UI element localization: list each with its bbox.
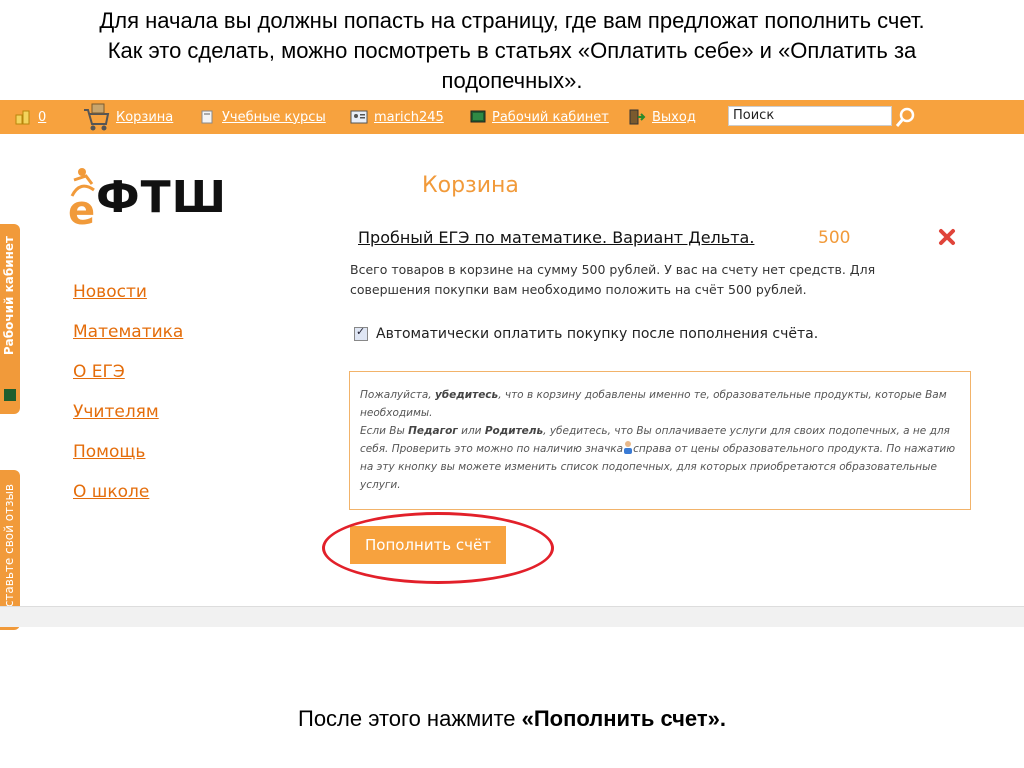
auto-pay-label: Автоматически оплатить покупку после поп… bbox=[376, 326, 819, 342]
notice-text: Пожалуйста, bbox=[360, 389, 435, 401]
nav-courses[interactable]: Учебные курсы bbox=[200, 106, 326, 128]
notice-text: Если Вы bbox=[360, 425, 409, 437]
nav-courses-label: Учебные курсы bbox=[222, 109, 326, 125]
coins-icon bbox=[15, 110, 30, 125]
sidebar-nav: Новости Математика О ЕГЭ Учителям Помощь… bbox=[73, 278, 183, 518]
notice-emphasis: убедитесь bbox=[434, 389, 499, 401]
auto-pay-row: Автоматически оплатить покупку после поп… bbox=[354, 325, 819, 342]
sidebar-item-math[interactable]: Математика bbox=[73, 318, 183, 358]
slide-bottom-text: После этого нажмите «Пополнить счет». bbox=[0, 706, 1024, 732]
cart-item-price: 500 bbox=[818, 228, 851, 248]
slide-top-line-1: Для начала вы должны попасть на страницу… bbox=[99, 8, 925, 33]
logo-text: ФТШ bbox=[96, 172, 228, 223]
sidebar-item-news[interactable]: Новости bbox=[73, 278, 183, 318]
slide-bottom-prefix: После этого нажмите bbox=[298, 706, 522, 731]
wards-user-icon bbox=[624, 441, 633, 454]
tab-working-cabinet[interactable]: Рабочий кабинет bbox=[0, 224, 20, 414]
search-input[interactable]: Поиск bbox=[728, 106, 892, 126]
cart-notice: Пожалуйста, убедитесь, что в корзину доб… bbox=[349, 371, 971, 510]
nav-balance[interactable]: 0 bbox=[14, 106, 46, 128]
slide-top-line-2: Как это сделать, можно посмотреть в стат… bbox=[107, 38, 917, 63]
nav-user-label: marich245 bbox=[374, 109, 444, 125]
search-icon[interactable] bbox=[894, 105, 918, 129]
user-card-icon bbox=[350, 110, 368, 124]
tab-feedback-label: Оставьте свой отзыв bbox=[2, 484, 16, 617]
top-navbar: 0 Корзина Учебные курсы marich245 Рабочи… bbox=[0, 100, 1024, 134]
book-icon bbox=[201, 110, 213, 124]
notice-text: или bbox=[457, 425, 485, 437]
sidebar-item-ege[interactable]: О ЕГЭ bbox=[73, 358, 183, 398]
nav-cart-label: Корзина bbox=[116, 109, 174, 125]
nav-cart[interactable]: Корзина bbox=[82, 103, 174, 131]
sidebar-item-teachers[interactable]: Учителям bbox=[73, 398, 183, 438]
slide-bottom-bold: «Пополнить счет». bbox=[521, 706, 726, 731]
sidebar-item-help[interactable]: Помощь bbox=[73, 438, 183, 478]
page-title: Корзина bbox=[422, 173, 519, 198]
notice-emphasis: Родитель bbox=[484, 425, 544, 437]
cart-item-name[interactable]: Пробный ЕГЭ по математике. Вариант Дельт… bbox=[358, 228, 754, 247]
footer-strip bbox=[0, 606, 1024, 627]
nav-cabinet[interactable]: Рабочий кабинет bbox=[470, 106, 609, 128]
slide-top-text: Для начала вы должны попасть на страницу… bbox=[0, 6, 1024, 96]
exit-icon bbox=[629, 109, 646, 125]
sidebar-item-about[interactable]: О школе bbox=[73, 478, 183, 518]
monitor-icon bbox=[4, 389, 16, 401]
nav-balance-label: 0 bbox=[38, 109, 47, 125]
remove-item-icon[interactable] bbox=[938, 228, 956, 246]
nav-logout[interactable]: Выход bbox=[628, 106, 696, 128]
notice-emphasis: Педагог bbox=[408, 425, 458, 437]
auto-pay-checkbox[interactable] bbox=[354, 325, 368, 341]
nav-user[interactable]: marich245 bbox=[350, 106, 444, 128]
tab-working-cabinet-label: Рабочий кабинет bbox=[2, 236, 16, 356]
monitor-icon bbox=[470, 110, 486, 123]
site-screenshot: 0 Корзина Учебные курсы marich245 Рабочи… bbox=[0, 100, 1024, 630]
highlight-circle bbox=[322, 512, 554, 584]
nav-logout-label: Выход bbox=[652, 109, 696, 125]
logo-letter: е bbox=[68, 188, 95, 228]
slide-top-line-3: подопечных». bbox=[441, 68, 583, 93]
nav-cabinet-label: Рабочий кабинет bbox=[492, 109, 609, 125]
cart-icon bbox=[84, 103, 110, 131]
cart-summary: Всего товаров в корзине на сумму 500 руб… bbox=[350, 262, 876, 297]
